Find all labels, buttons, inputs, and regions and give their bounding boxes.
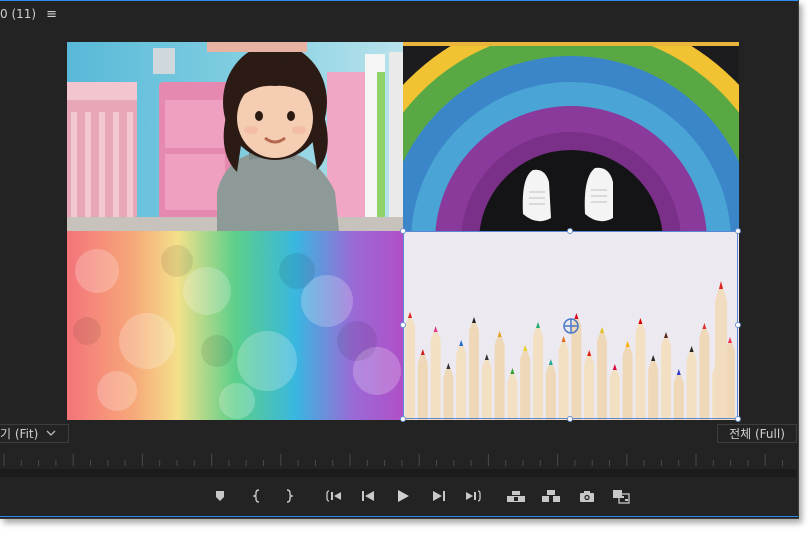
panel-focus-bottom-border <box>0 516 798 517</box>
transform-handle-left[interactable] <box>400 322 406 328</box>
go-to-out-button[interactable] <box>461 484 485 508</box>
panel-menu-icon[interactable]: ≡ <box>46 7 57 22</box>
marker-icon <box>214 490 226 502</box>
step-back-button[interactable] <box>356 484 380 508</box>
comparison-icon <box>612 489 630 504</box>
step-forward-button[interactable] <box>427 484 451 508</box>
pencil <box>520 345 531 420</box>
go-to-in-button[interactable] <box>322 484 346 508</box>
pencil <box>635 318 646 420</box>
zoom-level-label: 기 (Fit) <box>0 427 39 441</box>
playback-resolution-label: 전체 (Full) <box>729 427 785 441</box>
camera-icon <box>579 490 595 503</box>
pencil <box>699 323 710 420</box>
panel-focus-top-border <box>0 0 798 1</box>
pencil <box>405 312 415 420</box>
chevron-down-icon <box>46 429 56 439</box>
step-back-icon <box>361 490 375 502</box>
transform-handle-bottom[interactable] <box>567 416 573 422</box>
rainbow-sneakers-photo[interactable] <box>403 42 739 231</box>
extract-icon <box>541 489 561 503</box>
anchor-point-icon[interactable] <box>562 317 580 335</box>
toddler-photo[interactable] <box>67 42 403 231</box>
extract-button[interactable] <box>539 484 563 508</box>
pencil <box>715 281 727 420</box>
playback-resolution-dropdown[interactable]: 전체 (Full) <box>717 424 797 443</box>
mark-out-button[interactable] <box>277 484 301 508</box>
pencil <box>558 336 569 420</box>
pencil <box>494 331 505 420</box>
pencil <box>456 340 467 420</box>
panel-header: 0 (11) ≡ <box>0 2 57 26</box>
mark-in-icon <box>251 489 263 503</box>
pencil <box>584 350 595 420</box>
play-button[interactable] <box>391 484 415 508</box>
comparison-view-button[interactable] <box>609 484 633 508</box>
program-monitor-panel: 0 (11) ≡ 기 (Fit) 전체 (Full) <box>0 0 799 519</box>
transform-handle-bottom-left[interactable] <box>400 416 406 422</box>
playhead-track[interactable] <box>0 469 796 477</box>
export-frame-button[interactable] <box>575 484 599 508</box>
pencil <box>622 341 633 420</box>
transform-handle-top[interactable] <box>567 228 573 234</box>
pencil <box>469 317 479 420</box>
play-icon <box>396 489 410 503</box>
add-marker-button[interactable] <box>208 484 232 508</box>
step-forward-icon <box>432 490 446 502</box>
lift-icon <box>506 489 526 503</box>
rainbow-smoke-photo[interactable] <box>67 231 403 420</box>
mark-out-icon <box>283 489 295 503</box>
transport-controls <box>0 484 798 508</box>
zoom-level-dropdown[interactable]: 기 (Fit) <box>0 424 69 443</box>
transform-handle-right[interactable] <box>735 322 741 328</box>
transform-handle-bottom-right[interactable] <box>735 416 741 422</box>
pencil <box>661 332 671 420</box>
panel-title[interactable]: 0 (11) <box>0 7 36 21</box>
transform-handle-top-right[interactable] <box>735 228 741 234</box>
pencil <box>430 326 441 420</box>
pencil <box>481 354 492 420</box>
transform-handle-top-left[interactable] <box>400 228 406 234</box>
go-to-in-icon <box>325 489 343 503</box>
lift-button[interactable] <box>504 484 528 508</box>
pencil <box>533 322 543 420</box>
pencil <box>597 327 607 420</box>
pencil <box>686 346 697 420</box>
time-ruler[interactable] <box>0 448 796 470</box>
pencil <box>417 349 428 420</box>
go-to-out-icon <box>464 489 482 503</box>
mark-in-button[interactable] <box>245 484 269 508</box>
